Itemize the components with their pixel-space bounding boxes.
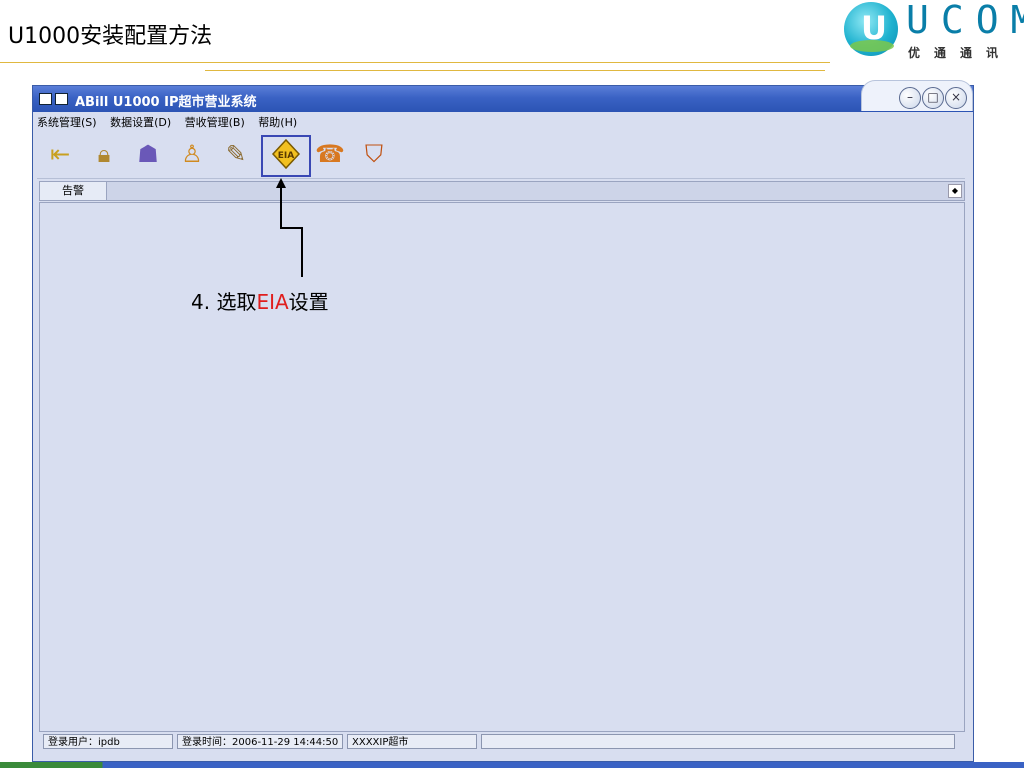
status-user: 登录用户：ipdb — [43, 734, 173, 749]
ucom-logo: U UCOM 优通通讯 — [842, 0, 1024, 66]
title-rule-secondary — [205, 70, 825, 71]
app-window: ABill U1000 IP超市营业系统 – □ × 系统管理(S) 数据设置(… — [32, 80, 974, 762]
status-extra — [481, 734, 955, 749]
annotation-line-horizontal — [280, 227, 303, 229]
title-rule — [0, 62, 830, 63]
toolbar: ⇤ 🔒︎ ☗ ♙ ✎ EIA ☎ ⛉ — [37, 134, 965, 179]
lock-icon[interactable]: 🔒︎ — [89, 138, 119, 170]
taskbar — [0, 762, 1024, 768]
menu-help[interactable]: 帮助(H) — [258, 116, 297, 129]
tab-alarm[interactable]: 告警 — [40, 182, 107, 200]
status-store: XXXXIP超市 — [347, 734, 477, 749]
minimize-button[interactable]: – — [899, 87, 921, 109]
status-bar: 登录用户：ipdb 登录时间：2006-11-29 14:44:50 XXXXI… — [43, 734, 963, 750]
user-icon[interactable]: ♙ — [177, 138, 207, 170]
logo-subtitle: 优通通讯 — [908, 46, 1013, 60]
annotation-prefix: 4. 选取 — [191, 290, 257, 314]
menu-data-settings[interactable]: 数据设置(D) — [110, 116, 171, 129]
window-menu-icon[interactable] — [39, 93, 52, 105]
eia-highlight-box — [261, 135, 311, 177]
slide-title: U1000安装配置方法 — [8, 24, 213, 49]
logo-letters: UCOM — [906, 0, 1024, 42]
tab-bar: 告警 ◆ — [39, 181, 965, 201]
annotation-suffix: 设置 — [288, 290, 329, 314]
logo-emblem-icon: U — [844, 2, 898, 56]
annotation-line-vertical-1 — [280, 186, 282, 228]
annotation-line-vertical-2 — [301, 227, 303, 277]
shield-icon[interactable]: ⛉ — [359, 138, 389, 170]
exit-icon[interactable]: ⇤ — [45, 138, 75, 170]
telephone-icon[interactable]: ☎ — [315, 138, 345, 170]
close-button[interactable]: × — [945, 87, 967, 109]
menu-bar: 系统管理(S) 数据设置(D) 营收管理(B) 帮助(H) — [37, 114, 307, 132]
main-content-area — [39, 202, 965, 732]
tab-scroll-icon[interactable]: ◆ — [948, 184, 962, 198]
users-icon[interactable]: ☗ — [133, 138, 163, 170]
annotation-highlight: EIA — [256, 290, 289, 314]
window-restore-icon[interactable] — [55, 93, 68, 105]
annotation-text: 4. 选取EIA设置 — [191, 286, 329, 315]
status-login-time: 登录时间：2006-11-29 14:44:50 — [177, 734, 343, 749]
menu-revenue[interactable]: 营收管理(B) — [185, 116, 245, 129]
title-bar[interactable]: ABill U1000 IP超市营业系统 – □ × — [33, 80, 973, 112]
pencil-icon[interactable]: ✎ — [221, 138, 251, 170]
menu-system[interactable]: 系统管理(S) — [37, 116, 97, 129]
maximize-button[interactable]: □ — [922, 87, 944, 109]
window-title: ABill U1000 IP超市营业系统 — [75, 95, 257, 110]
